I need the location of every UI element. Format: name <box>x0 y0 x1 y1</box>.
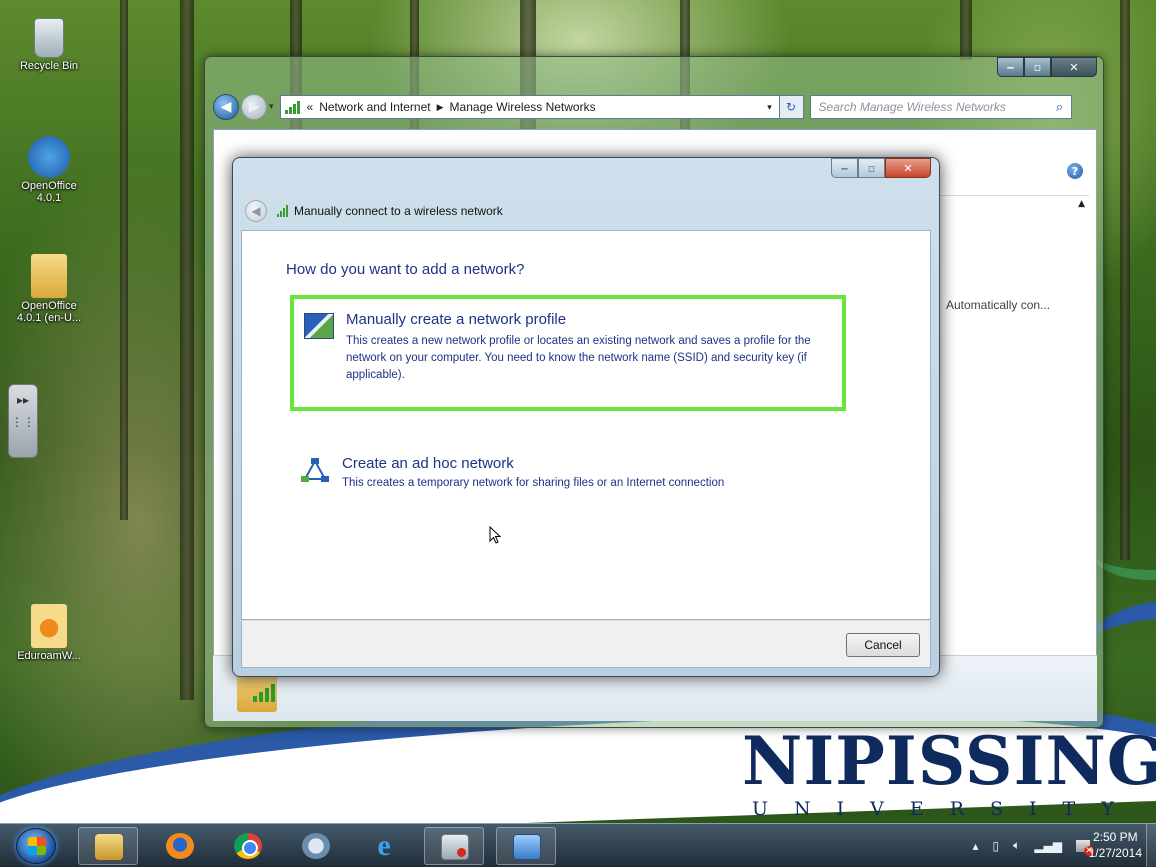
recorder-icon <box>441 834 469 860</box>
internet-explorer-icon: e <box>377 829 391 862</box>
firefox-icon <box>166 833 194 859</box>
wireless-signal-icon <box>253 684 275 702</box>
taskbar-internet-explorer[interactable]: e <box>354 827 414 865</box>
desktop-icon-label: EduroamW... <box>17 650 81 662</box>
taskbar: e ▴ ▯ 🔈︎ ▂▄▆ 2:50 PM 1/27/2014 <box>0 823 1156 867</box>
usb-device-icon[interactable]: ▯ <box>993 839 1000 853</box>
system-clock[interactable]: 2:50 PM 1/27/2014 <box>1089 829 1142 861</box>
dialog-heading: How do you want to add a network? <box>286 261 525 278</box>
mouse-cursor-icon <box>489 526 501 544</box>
scroll-up-icon[interactable]: ▲ <box>1078 199 1085 209</box>
dialog-content: How do you want to add a network? Manual… <box>241 230 931 620</box>
option-create-adhoc-network[interactable]: Create an ad hoc network This creates a … <box>290 455 846 511</box>
help-icon[interactable]: ? <box>1067 163 1083 179</box>
volume-icon[interactable]: 🔈︎ <box>1013 838 1020 853</box>
dialog-back-button[interactable]: ◀ <box>245 200 267 222</box>
breadcrumb-separator-icon[interactable]: ▶ <box>437 102 444 113</box>
network-profile-icon <box>304 313 334 339</box>
option-title[interactable]: Manually create a network profile <box>346 311 566 328</box>
network-mode-cell: Automatically con... <box>946 298 1051 312</box>
taskbar-network-control-panel[interactable] <box>496 827 556 865</box>
nipissing-logo-title: NIPISSING <box>742 722 1156 800</box>
desktop-icon-recycle-bin[interactable]: Recycle Bin <box>10 18 88 72</box>
search-placeholder: Search Manage Wireless Networks <box>818 100 1006 114</box>
maximize-button[interactable]: ▫ <box>1024 57 1051 77</box>
desktop-icon-eduroam[interactable]: EduroamW... <box>10 604 88 662</box>
desktop-icon-openoffice[interactable]: OpenOffice 4.0.1 <box>10 136 88 204</box>
option-description: This creates a temporary network for sha… <box>342 477 725 489</box>
chrome-icon <box>234 833 262 859</box>
dialog-window-controls: ‒ ▫ ✕ <box>831 158 931 178</box>
nipissing-logo-subtitle: UNIVERSITY <box>752 798 1140 820</box>
tree-trunk <box>120 0 128 520</box>
column-header-divider <box>935 195 1089 196</box>
wireless-signal-icon <box>284 100 301 114</box>
gadget-grid-icon: ⋮⋮ <box>11 415 35 429</box>
dialog-minimize-button[interactable]: ‒ <box>831 158 858 178</box>
address-dropdown-icon[interactable]: ▾ <box>761 102 779 113</box>
recent-pages-dropdown[interactable]: ▾ <box>269 102 274 112</box>
taskbar-windows-explorer[interactable] <box>78 827 138 865</box>
desktop-icon-label: Recycle Bin <box>19 60 79 72</box>
clock-time: 2:50 PM <box>1092 830 1138 844</box>
forward-button[interactable]: ▶ <box>241 94 267 120</box>
breadcrumb-network-and-internet[interactable]: Network and Internet <box>319 100 430 114</box>
taskbar-safari[interactable] <box>286 827 346 865</box>
gadget-sidebar-handle[interactable]: ▸▸ ⋮⋮ <box>8 384 38 458</box>
wireless-signal-icon <box>277 205 288 217</box>
option-manually-create-profile[interactable]: Manually create a network profile This c… <box>290 295 846 411</box>
dialog-maximize-button: ▫ <box>858 158 885 178</box>
recycle-bin-icon <box>34 18 64 58</box>
notification-area: ▴ ▯ 🔈︎ ▂▄▆ <box>972 838 1094 856</box>
search-icon[interactable]: ⌕ <box>1049 99 1071 115</box>
clock-date: 1/27/2014 <box>1088 846 1142 860</box>
taskbar-recorder[interactable] <box>424 827 484 865</box>
desktop-icon-label: OpenOffice 4.0.1 <box>21 180 77 204</box>
address-bar[interactable]: « Network and Internet ▶ Manage Wireless… <box>279 95 780 119</box>
adhoc-network-icon <box>301 458 329 482</box>
dialog-footer: Cancel <box>241 620 931 668</box>
manual-connect-dialog: ‒ ▫ ✕ ◀ Manually connect to a wireless n… <box>232 157 940 677</box>
refresh-button[interactable]: ↻ <box>779 95 804 119</box>
close-button[interactable]: ✕ <box>1051 57 1097 77</box>
breadcrumb-prefix: « <box>306 100 314 114</box>
window-controls: ‒ ▫ ✕ <box>997 57 1097 77</box>
desktop-icon-openoffice-folder[interactable]: OpenOffice 4.0.1 (en-U... <box>10 254 88 324</box>
folder-icon <box>31 254 67 298</box>
desktop-icon-label: OpenOffice 4.0.1 (en-U... <box>16 300 82 324</box>
minimize-button[interactable]: ‒ <box>997 57 1024 77</box>
tree-trunk <box>180 0 194 700</box>
gadget-arrow-icon: ▸▸ <box>16 393 30 407</box>
cancel-button[interactable]: Cancel <box>846 633 920 657</box>
taskbar-firefox[interactable] <box>150 827 210 865</box>
openoffice-icon <box>28 136 70 178</box>
search-input[interactable]: Search Manage Wireless Networks ⌕ <box>809 95 1072 119</box>
taskbar-chrome[interactable] <box>218 827 278 865</box>
windows-logo-icon <box>28 837 46 855</box>
show-desktop-button[interactable] <box>1146 824 1156 867</box>
safari-icon <box>302 833 330 859</box>
show-hidden-icons-icon[interactable]: ▴ <box>972 839 978 853</box>
network-signal-icon[interactable]: ▂▄▆ <box>1034 839 1062 853</box>
start-button[interactable] <box>16 828 56 864</box>
dialog-title: Manually connect to a wireless network <box>294 204 503 218</box>
option-title[interactable]: Create an ad hoc network <box>342 455 514 472</box>
tree-trunk <box>1120 0 1130 560</box>
tree-trunk <box>960 0 972 60</box>
navigation-bar: ◀ ▶ ▾ « Network and Internet ▶ Manage Wi… <box>213 93 1099 121</box>
dialog-close-button[interactable]: ✕ <box>885 158 931 178</box>
firefox-file-icon <box>31 604 67 648</box>
dialog-title-bar: ◀ Manually connect to a wireless network <box>245 200 503 222</box>
option-description: This creates a new network profile or lo… <box>346 335 811 381</box>
windows-explorer-icon <box>95 834 123 860</box>
back-button[interactable]: ◀ <box>213 94 239 120</box>
network-control-panel-icon <box>513 834 541 860</box>
breadcrumb-manage-wireless-networks[interactable]: Manage Wireless Networks <box>450 100 596 114</box>
